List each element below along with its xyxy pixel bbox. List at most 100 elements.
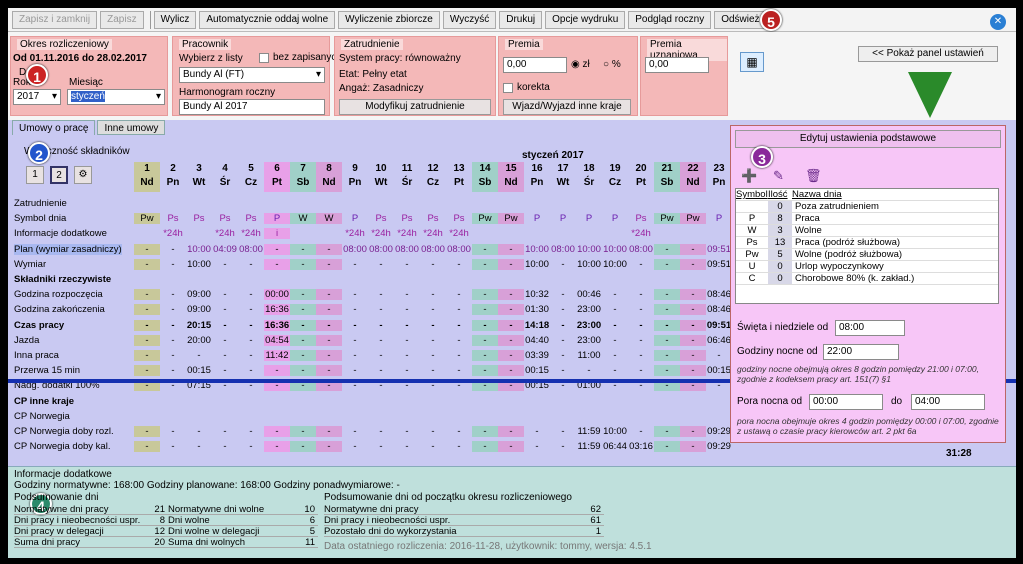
grid-cell[interactable]: - — [680, 319, 706, 331]
grid-cell[interactable]: - — [420, 259, 446, 270]
harmonogram-field[interactable]: Bundy Al 2017 — [179, 99, 325, 115]
grid-cell[interactable]: - — [316, 243, 342, 255]
grid-cell[interactable]: Ps — [160, 213, 186, 224]
grid-cell[interactable]: - — [212, 426, 238, 437]
grid-cell[interactable]: - — [264, 243, 290, 255]
grid-cell[interactable]: - — [550, 259, 576, 270]
grid-cell[interactable]: 06:44 — [602, 441, 628, 452]
grid-cell[interactable]: - — [680, 365, 706, 377]
print-options-button[interactable]: Opcje wydruku — [545, 10, 626, 29]
grid-cell[interactable]: 08:00 — [550, 244, 576, 255]
symbol-row[interactable]: 0 Poza zatrudnieniem — [736, 201, 998, 213]
grid-cell[interactable]: - — [316, 304, 342, 316]
symbol-row[interactable]: Ps 13 Praca (podróż służbowa) — [736, 237, 998, 249]
grid-cell[interactable]: P — [576, 213, 602, 224]
grid-cell[interactable]: - — [134, 350, 160, 361]
grid-cell[interactable]: 08:00 — [446, 244, 472, 255]
grid-cell[interactable]: 08:00 — [238, 244, 264, 255]
grid-cell[interactable]: - — [160, 244, 186, 255]
grid-cell[interactable]: - — [654, 350, 680, 361]
grid-cell[interactable]: - — [368, 259, 394, 270]
modify-employment-button[interactable]: Modyfikuj zatrudnienie — [339, 99, 491, 115]
grid-cell[interactable]: - — [342, 335, 368, 346]
grid-cell[interactable]: 09:00 — [186, 289, 212, 300]
grid-cell[interactable]: - — [420, 350, 446, 361]
grid-cell[interactable]: - — [602, 365, 628, 376]
grid-cell[interactable]: 09:00 — [186, 304, 212, 315]
grid-cell[interactable]: P — [706, 213, 732, 224]
grid-cell[interactable]: - — [472, 365, 498, 377]
grid-cell[interactable]: - — [446, 320, 472, 331]
grid-cell[interactable]: 20:15 — [186, 320, 212, 331]
grid-cell[interactable]: Ps — [628, 213, 654, 224]
grid-cell[interactable]: - — [394, 289, 420, 300]
grid-cell[interactable]: - — [368, 304, 394, 315]
auto-free-button[interactable]: Automatycznie oddaj wolne — [199, 10, 336, 29]
year-select[interactable]: 2017 — [13, 89, 61, 105]
grid-cell[interactable]: 11:59 — [576, 426, 602, 437]
grid-cell[interactable]: 03:16 — [628, 441, 654, 452]
grid-cell[interactable]: - — [212, 350, 238, 361]
grid-cell[interactable]: - — [654, 334, 680, 346]
grid-cell[interactable]: *24h — [212, 228, 238, 239]
grid-cell[interactable]: - — [160, 259, 186, 270]
grid-cell[interactable]: - — [264, 365, 290, 377]
grid-cell[interactable]: - — [342, 320, 368, 331]
grid-cell[interactable]: - — [134, 365, 160, 377]
grid-cell[interactable]: - — [680, 350, 706, 361]
add-icon[interactable]: ➕ — [741, 168, 757, 184]
grid-cell[interactable]: - — [368, 441, 394, 452]
grid-cell[interactable]: - — [316, 289, 342, 301]
grid-cell[interactable]: Ps — [446, 213, 472, 224]
grid-cell[interactable]: 08:46 — [706, 289, 732, 300]
grid-cell[interactable]: 10:00 — [602, 259, 628, 270]
grid-cell[interactable]: 09:51 — [706, 244, 732, 255]
grid-cell[interactable]: - — [446, 441, 472, 452]
grid-cell[interactable]: - — [498, 258, 524, 270]
grid-cell[interactable]: - — [420, 441, 446, 452]
grid-cell[interactable]: W — [290, 213, 316, 225]
grid-cell[interactable]: P — [550, 213, 576, 224]
grid-cell[interactable]: - — [316, 334, 342, 346]
grid-cell[interactable]: - — [550, 304, 576, 315]
grid-cell[interactable]: - — [342, 350, 368, 361]
grid-cell[interactable]: - — [264, 441, 290, 453]
grid-cell[interactable]: - — [134, 319, 160, 331]
grid-cell[interactable]: - — [368, 320, 394, 331]
grid-cell[interactable]: 00:46 — [576, 289, 602, 300]
grid-cell[interactable]: - — [290, 243, 316, 255]
grid-cell[interactable]: - — [160, 441, 186, 452]
grid-cell[interactable]: - — [290, 334, 316, 346]
grid-cell[interactable]: P — [264, 213, 290, 225]
grid-cell[interactable]: - — [394, 320, 420, 331]
grid-cell[interactable]: Ps — [238, 213, 264, 224]
delete-icon[interactable]: 🗑 — [805, 168, 822, 184]
grid-cell[interactable]: 11:00 — [576, 350, 602, 361]
grid-cell[interactable]: Pw — [472, 213, 498, 225]
grid-cell[interactable]: 08:00 — [342, 244, 368, 255]
view-button-2[interactable]: 2 — [50, 166, 68, 184]
grid-cell[interactable]: - — [134, 426, 160, 437]
grid-cell[interactable]: Ps — [420, 213, 446, 224]
grid-cell[interactable]: - — [290, 258, 316, 270]
premia-pln-radio[interactable]: ◉ zł — [571, 59, 590, 70]
grid-cell[interactable]: - — [472, 334, 498, 346]
grid-cell[interactable]: 08:00 — [628, 244, 654, 255]
grid-cell[interactable]: - — [498, 426, 524, 437]
symbol-row[interactable]: P 8 Praca — [736, 213, 998, 225]
grid-cell[interactable]: 23:00 — [576, 304, 602, 315]
grid-cell[interactable]: - — [160, 350, 186, 361]
grid-cell[interactable]: 16:36 — [264, 319, 290, 331]
grid-cell[interactable]: P — [524, 213, 550, 224]
employee-select[interactable]: Bundy Al (FT) — [179, 67, 325, 83]
grid-cell[interactable]: Ps — [186, 213, 212, 224]
symbol-row[interactable]: W 3 Wolne — [736, 225, 998, 237]
grid-cell[interactable]: - — [394, 259, 420, 270]
grid-cell[interactable]: - — [654, 319, 680, 331]
grid-cell[interactable]: - — [550, 365, 576, 376]
grid-cell[interactable]: 08:00 — [420, 244, 446, 255]
grid-cell[interactable]: - — [550, 320, 576, 331]
grid-cell[interactable]: 08:00 — [368, 244, 394, 255]
grid-cell[interactable]: - — [602, 289, 628, 300]
grid-cell[interactable]: - — [394, 441, 420, 452]
